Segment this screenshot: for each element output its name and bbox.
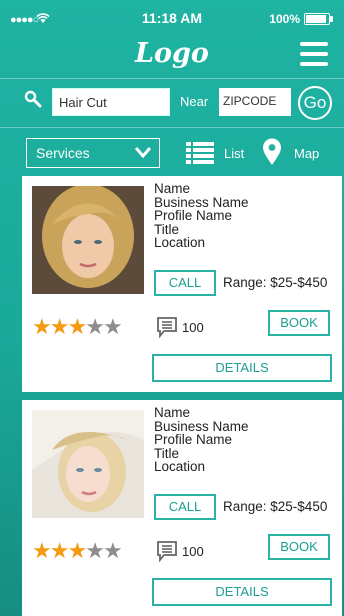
business-name-text: Business Name [154,194,249,210]
title-text: Title [154,221,180,237]
star-rating: ★★★★★ [32,538,123,564]
services-dropdown[interactable]: Services [26,138,160,168]
services-label: Services [36,145,90,161]
go-button[interactable]: Go [298,86,332,120]
star-rating: ★★★★★ [32,314,123,340]
star-filled-icon: ★ [67,538,87,563]
business-name-text: Business Name [154,418,249,434]
list-view-icon[interactable] [186,141,214,165]
profile-info: Name Business Name Profile Name Title Lo… [154,406,249,474]
star-empty-icon: ★ [102,538,123,563]
list-view-label[interactable]: List [224,146,244,161]
profile-photo[interactable] [32,186,144,294]
star-empty-icon: ★ [85,314,105,339]
result-card: Name Business Name Profile Name Title Lo… [22,176,342,392]
hamburger-menu-icon[interactable] [300,42,328,66]
profile-photo[interactable] [32,410,144,518]
near-label: Near [180,94,209,109]
title-text: Title [154,445,180,461]
book-button[interactable]: BOOK [268,310,330,336]
call-button[interactable]: CALL [154,494,216,520]
profile-name-text: Profile Name [154,432,233,447]
app-logo[interactable]: Logo [0,38,344,69]
chevron-down-icon [134,145,152,159]
price-range: Range: $25-$450 [223,499,328,514]
star-filled-icon: ★ [32,314,52,339]
search-icon [24,90,42,108]
name-text: Name [154,181,191,196]
battery-percentage: 100% [269,12,300,26]
star-empty-icon: ★ [85,538,105,563]
star-filled-icon: ★ [49,314,70,339]
comment-icon[interactable] [156,316,178,339]
comment-count: 100 [182,320,204,335]
header-divider [0,78,344,79]
search-input[interactable]: Hair Cut [52,88,170,116]
profile-info: Name Business Name Profile Name Title Lo… [154,182,249,250]
search-divider [0,127,344,128]
book-button[interactable]: BOOK [268,534,330,560]
location-text: Location [154,235,206,250]
zipcode-input[interactable]: ZIPCODE [219,88,291,116]
call-button[interactable]: CALL [154,270,216,296]
comment-count: 100 [182,544,204,559]
star-filled-icon: ★ [32,538,52,563]
comment-icon[interactable] [156,540,178,563]
star-filled-icon: ★ [49,538,70,563]
battery-icon [304,13,333,25]
map-pin-icon[interactable] [262,138,282,166]
map-view-label[interactable]: Map [294,146,319,161]
star-filled-icon: ★ [67,314,87,339]
details-button[interactable]: DETAILS [152,354,332,382]
price-range: Range: $25-$450 [223,275,328,290]
details-button[interactable]: DETAILS [152,578,332,606]
star-empty-icon: ★ [102,314,123,339]
location-text: Location [154,459,206,474]
profile-name-text: Profile Name [154,208,233,223]
name-text: Name [154,405,191,420]
result-card: Name Business Name Profile Name Title Lo… [22,400,342,616]
